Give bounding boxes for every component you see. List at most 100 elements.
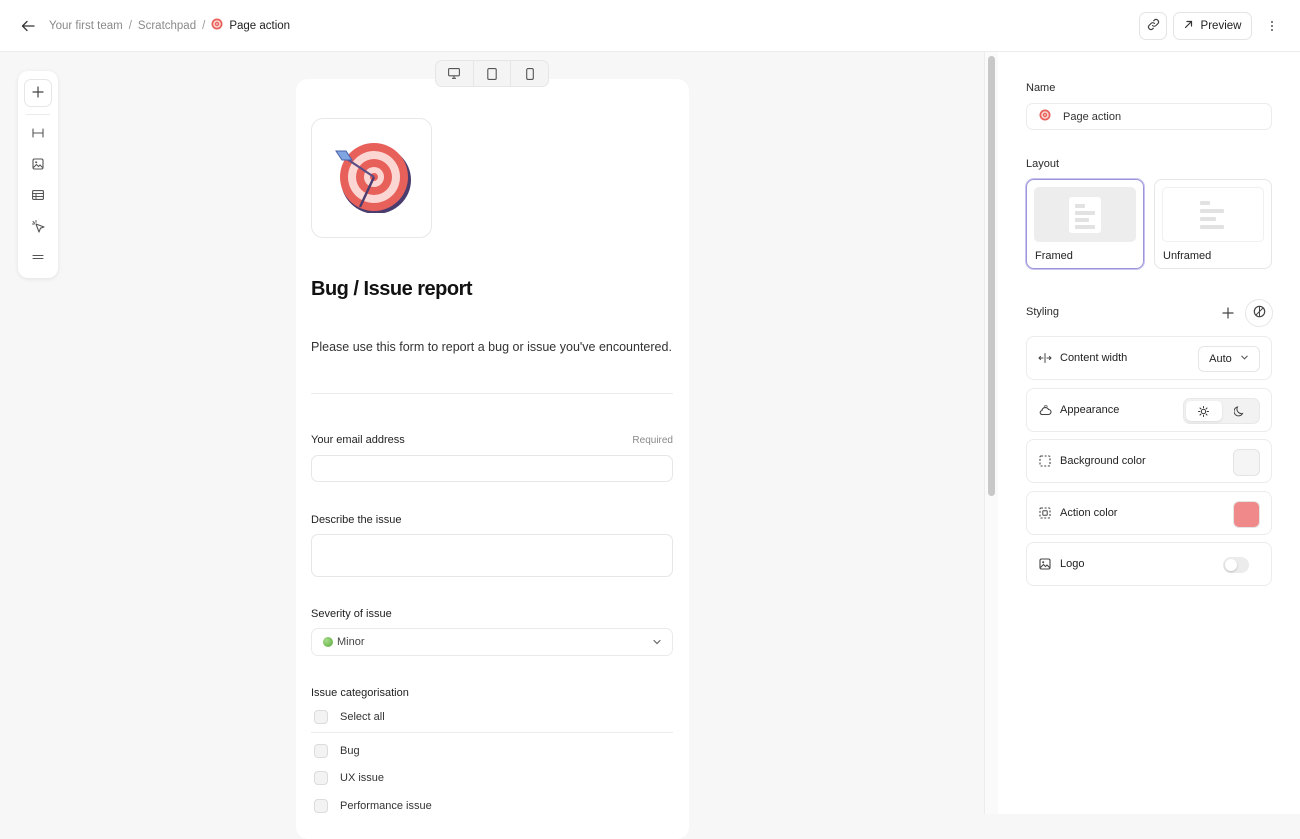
background-color-label: Background color [1060,455,1146,467]
layout-label: Layout [1026,158,1060,170]
breadcrumb: Your first team / Scratchpad / Page acti… [49,18,290,33]
option-row[interactable]: Bug [314,744,360,758]
add-block-button[interactable] [24,79,52,107]
categorisation-label: Issue categorisation [311,687,409,699]
heading-icon[interactable] [28,123,48,143]
action-color-label: Action color [1060,507,1118,519]
top-bar: Your first team / Scratchpad / Page acti… [0,0,1300,52]
breadcrumb-scratchpad[interactable]: Scratchpad [138,20,196,32]
form-divider [311,393,673,394]
option-label: Performance issue [340,800,432,812]
tablet-icon[interactable] [474,61,512,86]
device-switcher [435,60,549,87]
chevron-down-icon [1240,353,1249,365]
dashed-square-icon [1038,454,1052,468]
option-row[interactable]: UX issue [314,771,384,785]
select-all-label: Select all [340,711,385,723]
appearance-label: Appearance [1060,404,1120,416]
green-circle-icon [323,637,333,647]
describe-field[interactable] [311,534,673,577]
form-logo[interactable] [311,118,432,238]
option-checkbox[interactable] [314,771,328,785]
palette-divider [26,114,50,115]
cursor-click-icon[interactable] [28,216,48,236]
breadcrumb-team[interactable]: Your first team [49,20,123,32]
settings-panel: Name Page action Layout Framed Unframed … [998,52,1300,814]
target-dart-icon [332,141,412,216]
layout-option-label: Framed [1035,250,1073,262]
option-label: Bug [340,745,360,757]
severity-label: Severity of issue [311,608,392,620]
logo-row: Logo [1026,542,1272,586]
content-width-row: Content width Auto [1026,336,1272,380]
image-icon [1038,557,1052,571]
plus-icon [32,85,44,101]
target-icon [211,18,223,33]
sun-icon[interactable] [1186,401,1222,421]
appearance-row: Appearance [1026,388,1272,432]
framed-preview [1034,187,1136,242]
preview-button[interactable]: Preview [1173,12,1252,40]
weather-icon [1038,403,1052,417]
focus-square-icon [1038,506,1052,520]
background-color-swatch[interactable] [1233,449,1260,476]
background-color-row: Background color [1026,439,1272,483]
option-checkbox[interactable] [314,799,328,813]
name-label: Name [1026,82,1056,94]
content-width-label: Content width [1060,352,1128,364]
width-arrows-icon [1038,351,1052,365]
block-palette [18,71,58,278]
form-title[interactable]: Bug / Issue report [311,278,473,301]
toggle-knob [1225,559,1237,571]
copy-link-button[interactable] [1139,12,1167,40]
logo-toggle[interactable] [1223,557,1249,573]
form-description[interactable]: Please use this form to report a bug or … [311,340,672,354]
content-width-value: Auto [1209,353,1232,365]
breadcrumb-current-label: Page action [229,19,291,32]
severity-value: Minor [337,636,365,648]
divider-icon[interactable] [28,247,48,267]
appearance-toggle[interactable] [1183,398,1260,424]
back-arrow-icon[interactable] [18,16,38,36]
layout-option-label: Unframed [1163,250,1212,262]
theme-button[interactable] [1245,299,1273,327]
select-all-checkbox[interactable] [314,710,328,724]
target-icon [1039,109,1051,124]
mobile-icon[interactable] [511,61,548,86]
desktop-icon[interactable] [436,61,474,86]
checkbox-divider [311,732,673,733]
styling-label: Styling [1026,306,1060,318]
canvas-scrollbar[interactable] [984,52,998,814]
preview-label: Preview [1200,20,1242,32]
palette-icon [1253,305,1266,321]
breadcrumb-separator: / [202,19,206,32]
content-width-select[interactable]: Auto [1198,346,1260,372]
plus-icon [1222,306,1234,322]
layout-option-unframed[interactable]: Unframed [1154,179,1272,269]
moon-icon[interactable] [1222,401,1258,421]
option-row[interactable]: Performance issue [314,799,432,813]
arrow-up-right-icon [1184,20,1193,32]
unframed-preview [1162,187,1264,242]
table-icon[interactable] [28,185,48,205]
select-all-row[interactable]: Select all [314,710,385,724]
breadcrumb-current: Page action [211,18,290,33]
email-label: Your email address [311,434,405,446]
scrollbar-thumb[interactable] [988,56,995,496]
action-color-swatch[interactable] [1233,501,1260,528]
chevron-down-icon [652,637,662,650]
name-field[interactable]: Page action [1026,103,1272,130]
severity-select[interactable]: Minor [311,628,673,656]
action-color-row: Action color [1026,491,1272,535]
link-icon [1147,18,1160,34]
describe-label: Describe the issue [311,514,402,526]
option-label: UX issue [340,772,385,784]
more-options-icon[interactable] [1262,16,1282,36]
email-field[interactable] [311,455,673,482]
image-icon[interactable] [28,154,48,174]
name-value: Page action [1063,110,1122,123]
option-checkbox[interactable] [314,744,328,758]
add-style-button[interactable] [1216,302,1240,326]
form-card: Bug / Issue report Please use this form … [296,79,689,839]
layout-option-framed[interactable]: Framed [1026,179,1144,269]
